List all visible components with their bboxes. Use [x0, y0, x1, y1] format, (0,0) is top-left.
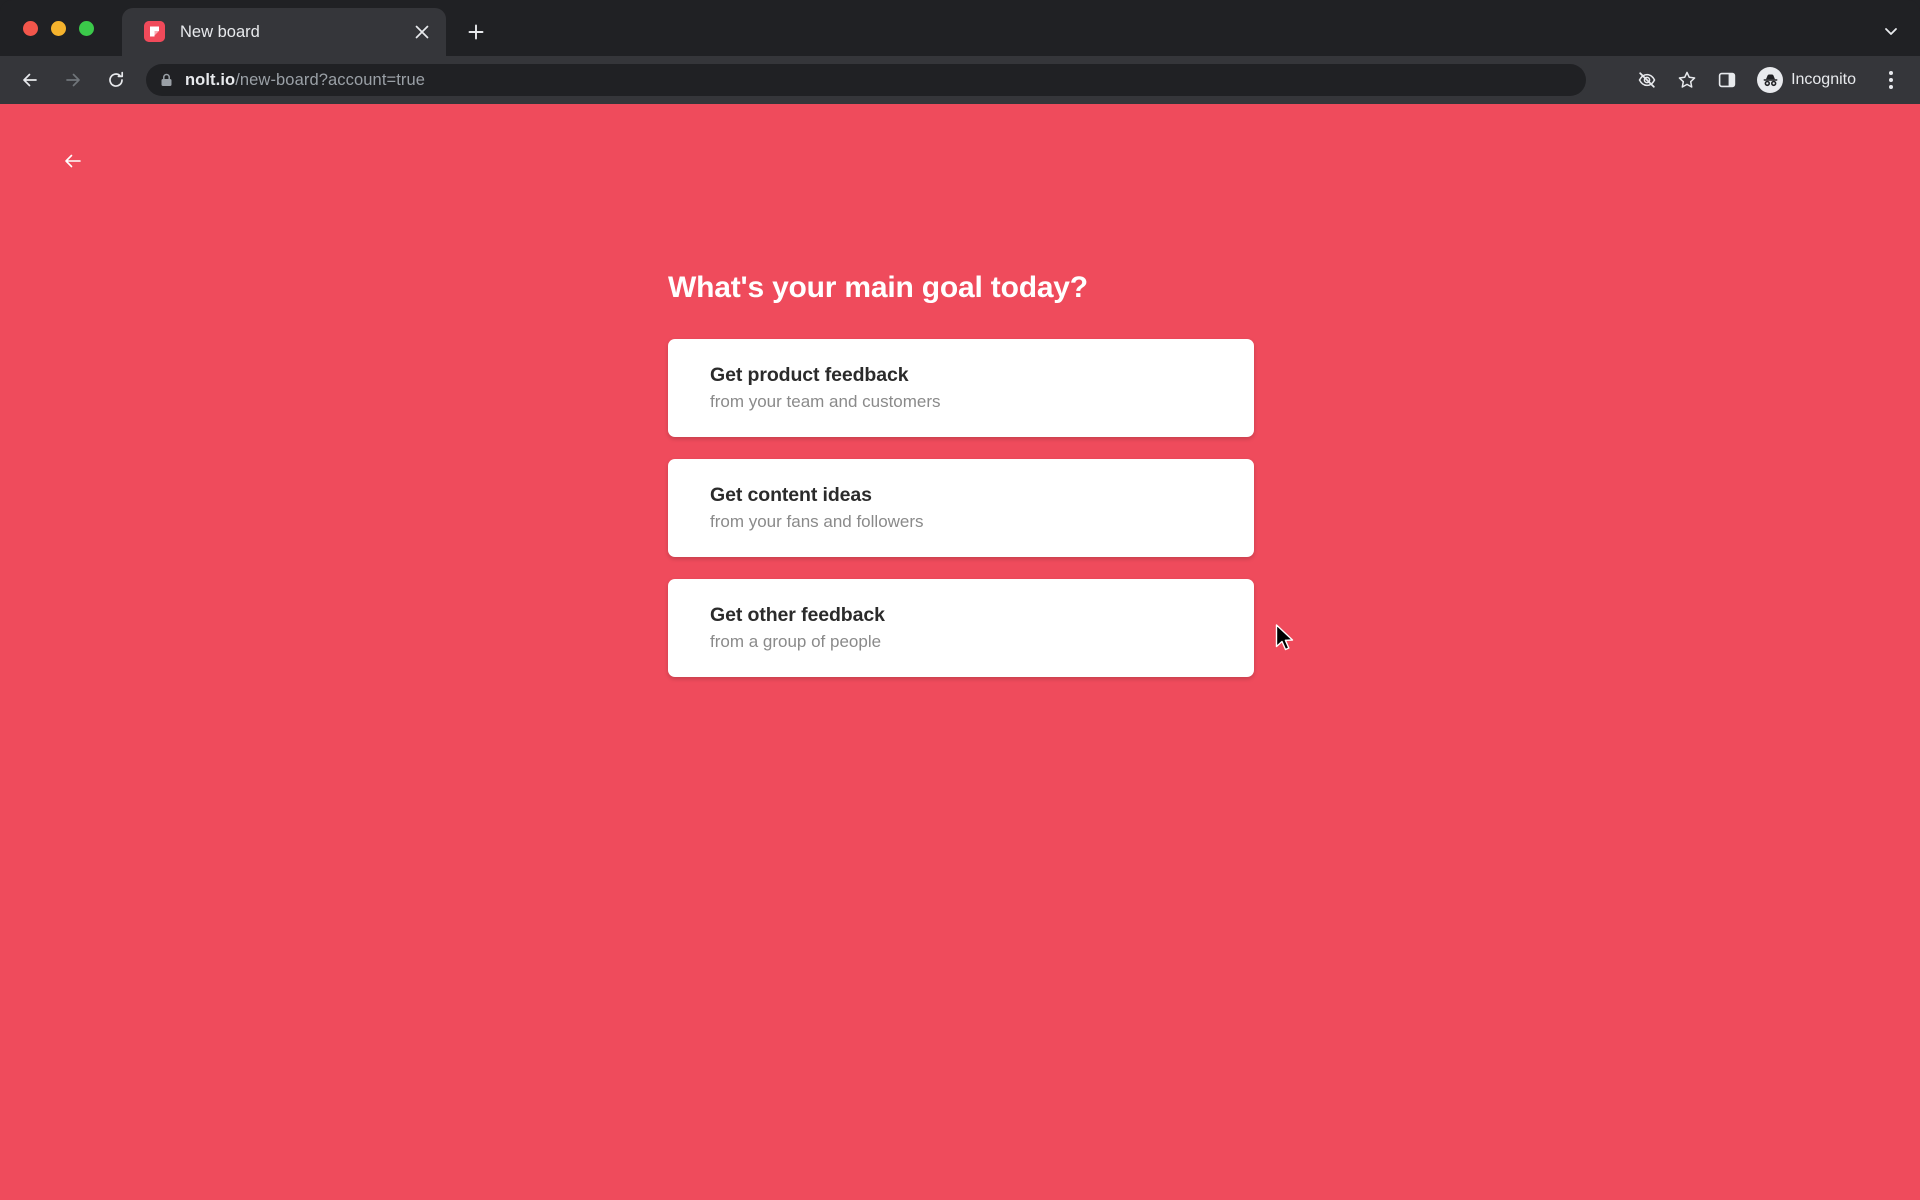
- goal-card-product-feedback[interactable]: Get product feedback from your team and …: [668, 339, 1254, 437]
- address-bar[interactable]: nolt.io/new-board?account=true: [146, 64, 1586, 96]
- page-content: What's your main goal today? Get product…: [0, 104, 1920, 1200]
- goal-card-subtitle: from your team and customers: [710, 391, 941, 411]
- star-icon[interactable]: [1670, 63, 1704, 97]
- browser-chrome: New board nolt.io/new-board?account=true…: [0, 0, 1920, 104]
- eye-slash-icon[interactable]: [1630, 63, 1664, 97]
- side-panel-icon[interactable]: [1710, 63, 1744, 97]
- tab-close-icon[interactable]: [410, 20, 434, 44]
- tab-strip: New board: [0, 0, 1920, 56]
- window-minimize-button[interactable]: [51, 21, 66, 36]
- lock-icon: [160, 73, 173, 87]
- address-bar-path: /new-board?account=true: [235, 70, 426, 89]
- menu-dot: [1889, 71, 1893, 75]
- browser-window: New board nolt.io/new-board?account=true…: [0, 0, 1920, 1200]
- menu-dot: [1889, 85, 1893, 89]
- menu-dot: [1889, 78, 1893, 82]
- new-tab-button[interactable]: [462, 18, 490, 46]
- goal-card-content-ideas[interactable]: Get content ideas from your fans and fol…: [668, 459, 1254, 557]
- forward-button[interactable]: [57, 64, 89, 96]
- profile-button[interactable]: Incognito: [1753, 64, 1870, 96]
- back-button[interactable]: [14, 64, 46, 96]
- nolt-flag-icon: [144, 21, 165, 42]
- window-maximize-button[interactable]: [79, 21, 94, 36]
- reload-button[interactable]: [100, 64, 132, 96]
- tab-title: New board: [180, 23, 260, 41]
- goal-card-list: Get product feedback from your team and …: [668, 339, 1254, 677]
- profile-label: Incognito: [1791, 71, 1856, 88]
- address-bar-url: nolt.io/new-board?account=true: [185, 71, 425, 90]
- toolbar-actions: Incognito: [1627, 56, 1910, 104]
- goal-card-subtitle: from your fans and followers: [710, 511, 924, 531]
- incognito-icon: [1757, 67, 1784, 93]
- three-dots-icon[interactable]: [1876, 63, 1906, 97]
- page-title: What's your main goal today?: [668, 271, 1088, 304]
- browser-tab[interactable]: New board: [122, 8, 446, 56]
- goal-card-other-feedback[interactable]: Get other feedback from a group of peopl…: [668, 579, 1254, 677]
- goal-card-title: Get content ideas: [710, 483, 872, 506]
- page-back-button[interactable]: [56, 144, 90, 178]
- address-bar-host: nolt.io: [185, 70, 236, 89]
- tab-search-button[interactable]: [1876, 16, 1906, 46]
- goal-card-title: Get product feedback: [710, 363, 909, 386]
- browser-toolbar: nolt.io/new-board?account=true Incognito: [0, 56, 1920, 104]
- window-close-button[interactable]: [23, 21, 38, 36]
- goal-card-subtitle: from a group of people: [710, 631, 882, 651]
- window-controls: [23, 21, 94, 36]
- goal-card-title: Get other feedback: [710, 603, 885, 626]
- goal-selection-panel: What's your main goal today? Get product…: [668, 270, 1254, 677]
